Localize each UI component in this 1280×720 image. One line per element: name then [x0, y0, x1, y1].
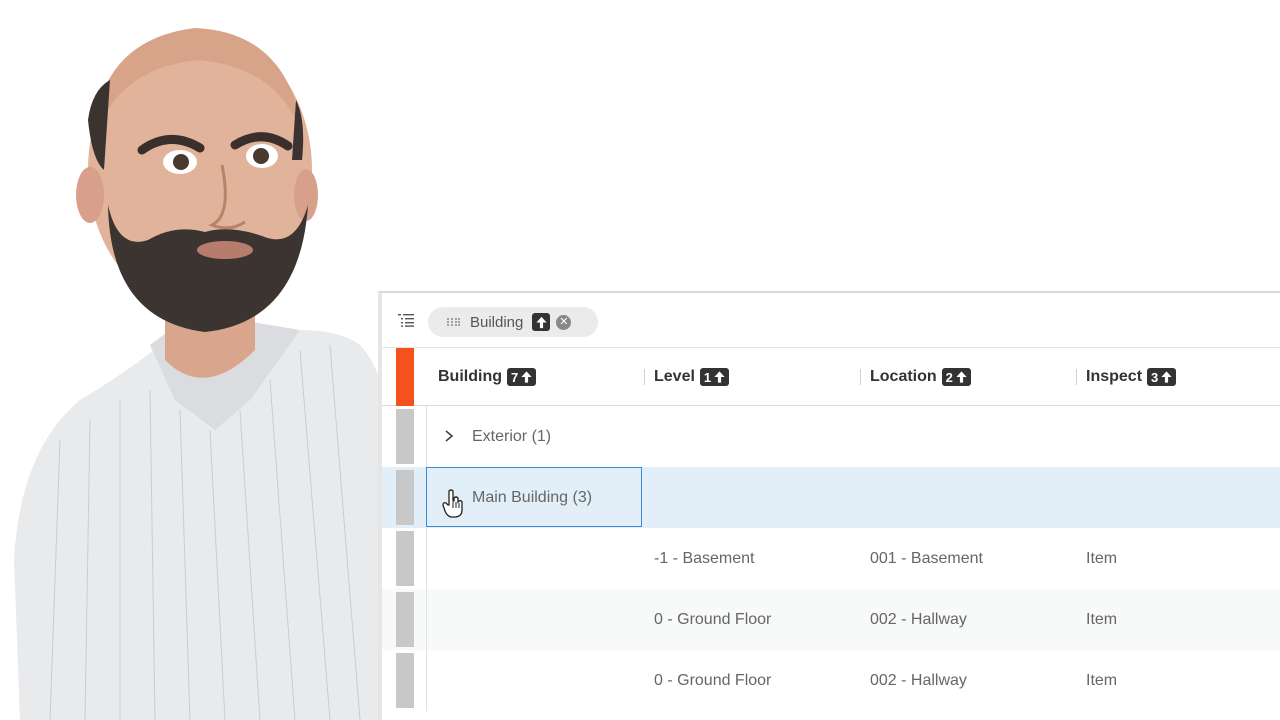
table-row[interactable]: -1 - Basement 001 - Basement Item [382, 528, 1280, 589]
sort-asc-icon [1161, 371, 1172, 383]
presenter-photo [0, 0, 390, 720]
cell-level: 0 - Ground Floor [654, 671, 772, 689]
column-resize-handle[interactable] [644, 369, 645, 385]
remove-circle-icon[interactable]: ✕ [556, 314, 572, 330]
sort-asc-icon [956, 371, 967, 383]
cell-location: 002 - Hallway [870, 610, 967, 628]
table-row[interactable]: 0 - Ground Floor 002 - Hallway Item [382, 589, 1280, 650]
cell-inspect: Item [1086, 671, 1118, 689]
row-selector[interactable] [396, 470, 414, 525]
sort-asc-icon [714, 371, 725, 383]
row-selector[interactable] [396, 653, 414, 708]
group-label: Exterior (1) [472, 427, 552, 445]
tree-list-icon[interactable] [398, 313, 414, 327]
column-label: Location [870, 368, 937, 385]
column-resize-handle[interactable] [860, 369, 861, 385]
column-label: Level [654, 368, 695, 385]
row-selector[interactable] [396, 531, 414, 586]
grouping-bar: Building ✕ [382, 293, 1280, 348]
column-header-level[interactable]: Level 1 [654, 348, 730, 406]
sort-asc-icon[interactable] [532, 313, 551, 331]
sort-asc-icon [521, 371, 532, 383]
table-row[interactable]: 0 - Ground Floor 002 - Hallway Item [382, 650, 1280, 711]
sort-order-badge: 2 [941, 368, 971, 386]
sort-order-badge: 3 [1147, 368, 1177, 386]
chevron-right-icon[interactable] [444, 430, 454, 442]
cell-level: 0 - Ground Floor [654, 610, 772, 628]
drag-grip-icon[interactable] [446, 317, 460, 327]
hand-cursor-icon [442, 489, 463, 518]
row-selector[interactable] [396, 592, 414, 647]
column-resize-handle[interactable] [1076, 369, 1077, 385]
row-selector[interactable] [396, 409, 414, 464]
data-grid: Building ✕ Building 7 Level 1 Location 2… [378, 291, 1280, 720]
row-selector-header[interactable] [396, 348, 414, 406]
group-by-chip[interactable]: Building ✕ [428, 307, 598, 337]
column-label: Building [438, 368, 502, 385]
column-header-location[interactable]: Location 2 [870, 348, 971, 406]
column-header-row: Building 7 Level 1 Location 2 Inspect 3 [382, 348, 1280, 406]
column-header-building[interactable]: Building 7 [438, 348, 537, 406]
group-row-main-building[interactable]: Main Building (3) [382, 467, 1280, 528]
group-label: Main Building (3) [472, 488, 593, 506]
sort-order-number: 7 [510, 369, 519, 385]
group-chip-label: Building [470, 313, 524, 331]
column-label: Inspect [1086, 368, 1143, 385]
sort-order-badge: 7 [506, 368, 537, 386]
group-row-exterior[interactable]: Exterior (1) [382, 406, 1280, 467]
sort-order-badge: 1 [699, 368, 730, 386]
cell-location: 001 - Basement [870, 549, 983, 567]
sort-order-number: 3 [1151, 369, 1159, 385]
cell-location: 002 - Hallway [870, 671, 967, 689]
cell-inspect: Item [1086, 610, 1118, 628]
cell-level: -1 - Basement [654, 549, 755, 567]
column-header-inspect[interactable]: Inspect 3 [1086, 348, 1177, 406]
sort-order-number: 2 [945, 369, 953, 385]
cell-inspect: Item [1086, 549, 1118, 567]
sort-order-number: 1 [703, 369, 712, 385]
